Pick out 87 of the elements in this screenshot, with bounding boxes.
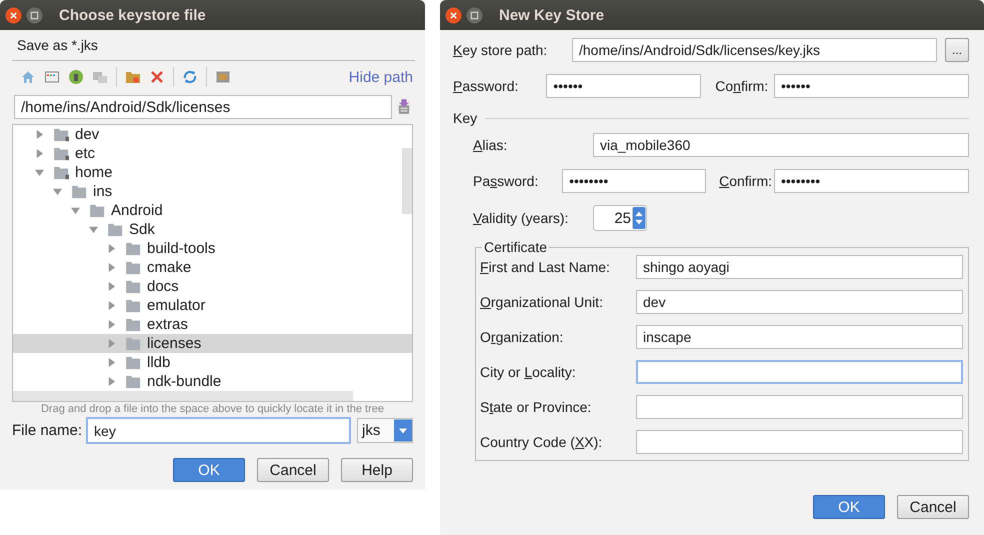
expand-arrow-icon[interactable] xyxy=(107,358,116,367)
tree-item[interactable]: cmake xyxy=(13,258,401,277)
refresh-icon[interactable] xyxy=(182,69,198,85)
tree-item[interactable]: lldb xyxy=(13,353,401,372)
password-field[interactable]: •••••••• xyxy=(774,169,969,193)
home-icon[interactable] xyxy=(20,69,36,85)
expand-arrow-icon[interactable] xyxy=(107,339,116,348)
expand-arrow-icon[interactable] xyxy=(107,282,116,291)
field-label: Country Code (XX): xyxy=(480,434,604,450)
browse-button[interactable]: ... xyxy=(945,38,969,62)
drop-hint: Drag and drop a file into the space above to quickly locate it in the tree xyxy=(40,403,386,415)
text-field[interactable] xyxy=(636,395,963,419)
text-field[interactable]: shingo aoyagi xyxy=(636,255,963,279)
expand-arrow-icon[interactable] xyxy=(107,377,116,386)
expand-arrow-icon[interactable] xyxy=(71,206,80,215)
alias-field[interactable]: via_mobile360 xyxy=(593,133,969,157)
tree-item[interactable]: docs xyxy=(13,277,401,296)
file-type-dropdown[interactable]: jks xyxy=(357,418,414,443)
expand-arrow-icon[interactable] xyxy=(35,149,44,158)
expand-arrow-icon[interactable] xyxy=(53,187,62,196)
password-field[interactable]: •••••• xyxy=(546,74,702,98)
section-title: Key xyxy=(453,110,478,126)
tree-item[interactable]: build-tools xyxy=(13,239,401,258)
tree-item[interactable]: emulator xyxy=(13,296,401,315)
tree-item[interactable]: Android xyxy=(13,201,401,220)
password-field[interactable]: •••••• xyxy=(774,74,969,98)
window-title: New Key Store xyxy=(499,6,604,24)
field-label: First and Last Name: xyxy=(480,259,611,275)
dialog-button[interactable]: Help xyxy=(341,458,413,482)
folders-icon[interactable] xyxy=(92,69,108,85)
password-field[interactable]: •••••••• xyxy=(562,169,706,193)
field-label: Organization: xyxy=(480,329,564,345)
frame-icon[interactable] xyxy=(215,69,231,85)
expand-arrow-icon[interactable] xyxy=(89,225,98,234)
dialog-button[interactable]: Cancel xyxy=(897,495,969,519)
field-label: Organizational Unit: xyxy=(480,294,604,310)
expand-arrow-icon[interactable] xyxy=(107,301,116,310)
path-field[interactable]: /home/ins/Android/Sdk/licenses/key.jks xyxy=(572,38,937,62)
scrollbar[interactable] xyxy=(13,391,353,401)
text-field[interactable] xyxy=(636,430,963,454)
tree-item[interactable]: licenses xyxy=(13,334,412,353)
file-name-label: File name: xyxy=(12,422,82,439)
tree-item[interactable]: extras xyxy=(13,315,401,334)
spinner-arrows-icon[interactable] xyxy=(632,207,646,229)
tree-item[interactable]: Sdk xyxy=(13,220,401,239)
download-icon[interactable] xyxy=(398,98,410,116)
window-icon[interactable] xyxy=(44,69,60,85)
text-field[interactable]: dev xyxy=(636,290,963,314)
maximize-icon[interactable] xyxy=(26,6,43,24)
close-icon[interactable] xyxy=(445,6,462,24)
dialog-button[interactable]: Cancel xyxy=(257,458,329,482)
tree-item[interactable]: ins xyxy=(13,182,401,201)
window-title: Choose keystore file xyxy=(59,6,206,24)
dropdown-icon[interactable] xyxy=(394,419,412,442)
path-field[interactable]: /home/ins/Android/Sdk/licenses xyxy=(14,95,392,119)
new-folder-icon[interactable] xyxy=(125,69,141,85)
field-label: Key store path: xyxy=(453,42,548,58)
close-icon[interactable] xyxy=(5,6,22,24)
field-label: Alias: xyxy=(473,137,508,153)
expand-arrow-icon[interactable] xyxy=(107,320,116,329)
tree-item[interactable]: home xyxy=(13,163,401,182)
field-label: Confirm: xyxy=(719,173,773,189)
field-label: City or Locality: xyxy=(480,364,577,380)
expand-arrow-icon[interactable] xyxy=(107,263,116,272)
tree-item[interactable]: dev xyxy=(13,125,401,144)
text-field[interactable]: inscape xyxy=(636,325,963,349)
tree-item[interactable]: etc xyxy=(13,144,401,163)
field-label: Password: xyxy=(473,173,540,189)
field-label: Confirm: xyxy=(715,78,770,94)
expand-arrow-icon[interactable] xyxy=(107,244,116,253)
dialog-description: Save as *.jks xyxy=(12,37,415,61)
file-name-field[interactable]: key xyxy=(86,417,352,444)
text-field[interactable] xyxy=(636,360,963,384)
scrollbar[interactable] xyxy=(402,148,412,214)
expand-arrow-icon[interactable] xyxy=(35,168,44,177)
field-label: Password: xyxy=(453,78,520,94)
delete-icon[interactable] xyxy=(149,69,165,85)
field-label: Validity (years): xyxy=(473,210,570,226)
tree-item[interactable]: ndk-bundle xyxy=(13,372,401,391)
maximize-icon[interactable] xyxy=(466,6,483,24)
dialog-button[interactable]: OK xyxy=(813,495,885,519)
group-title: Certificate xyxy=(483,239,548,255)
field-label: State or Province: xyxy=(480,399,592,415)
hide-path-link[interactable]: Hide path xyxy=(348,68,413,86)
validity-spinner[interactable]: 25 xyxy=(593,205,647,231)
dialog-button[interactable]: OK xyxy=(173,458,245,482)
expand-arrow-icon[interactable] xyxy=(35,130,44,139)
